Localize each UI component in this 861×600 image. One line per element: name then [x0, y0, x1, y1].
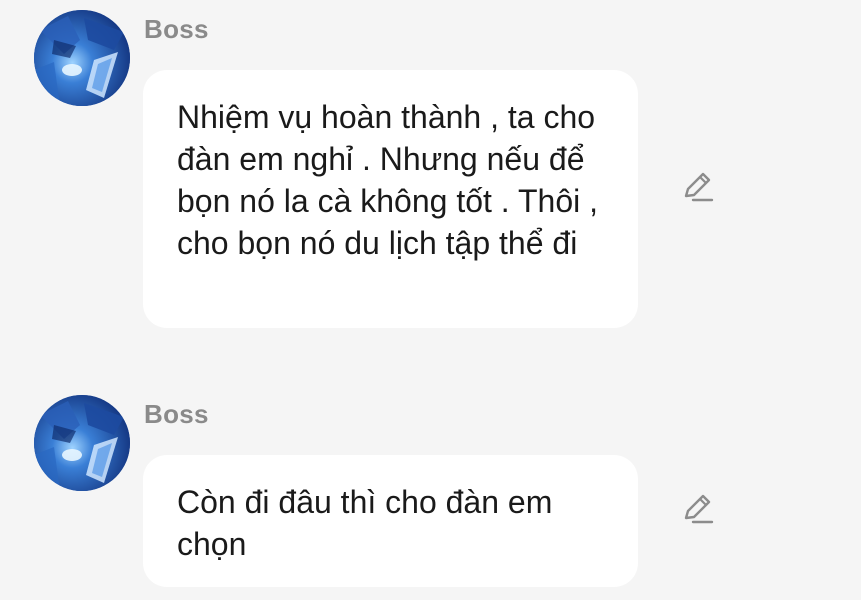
armored-knight-avatar-icon: [34, 395, 130, 491]
edit-pencil-icon[interactable]: [680, 492, 714, 526]
edit-pencil-icon[interactable]: [680, 170, 714, 204]
message-bubble[interactable]: Nhiệm vụ hoàn thành , ta cho đàn em nghỉ…: [143, 70, 638, 328]
chat-message: Boss Còn đi đâu thì cho đàn em chọn: [0, 385, 861, 600]
message-bubble[interactable]: Còn đi đâu thì cho đàn em chọn: [143, 455, 638, 587]
avatar[interactable]: [34, 395, 130, 491]
avatar[interactable]: [34, 10, 130, 106]
sender-name: Boss: [144, 14, 209, 44]
chat-message: Boss Nhiệm vụ hoàn thành , ta cho đàn em…: [0, 0, 861, 340]
armored-knight-avatar-icon: [34, 10, 130, 106]
chat-thread: Boss Nhiệm vụ hoàn thành , ta cho đàn em…: [0, 0, 861, 600]
sender-name: Boss: [144, 399, 209, 429]
